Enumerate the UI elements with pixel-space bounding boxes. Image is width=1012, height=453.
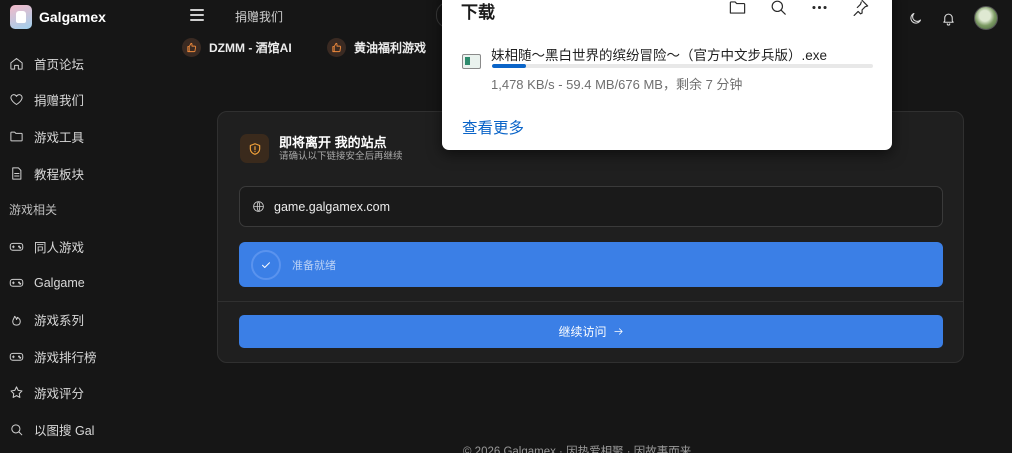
download-file-name[interactable]: 妹相随～黑白世界的缤纷冒险～（官方中文步兵版）.exe (491, 44, 827, 64)
topbar-actions (908, 6, 998, 30)
sidebar-item-rankings[interactable]: 游戏排行榜 (0, 338, 180, 375)
sidebar-item-label: 游戏评分 (34, 387, 85, 402)
download-progress-fill (492, 64, 526, 68)
status-label: 准备就绪 (292, 259, 336, 272)
flame-icon (12, 315, 21, 326)
menu-icon[interactable] (190, 9, 204, 21)
download-panel: 下载 妹相随～黑白世界的缤纷冒险～（官方中文步兵版）.exe 1,478 KB/… (442, 0, 892, 150)
search-icon (11, 424, 23, 436)
promo-link-hgame[interactable]: 黄油福利游戏 (327, 38, 426, 57)
open-folder-icon[interactable] (728, 0, 747, 17)
home-icon (10, 57, 23, 70)
sidebar-item-label: 以图搜 Gal (34, 423, 95, 438)
sidebar: Galgamex 首页论坛 捐赠我们 游戏工具 教程板块 游戏相关 同人游戏 G… (0, 0, 180, 453)
sidebar-item-tools[interactable]: 游戏工具 (0, 118, 180, 155)
more-icon[interactable] (810, 0, 829, 17)
app-root: Galgamex 首页论坛 捐赠我们 游戏工具 教程板块 游戏相关 同人游戏 G… (0, 0, 1012, 453)
moon-icon[interactable] (908, 11, 923, 26)
download-status: 1,478 KB/s - 59.4 MB/676 MB，剩余 7 分钟 (491, 77, 743, 92)
sidebar-item-label: 教程板块 (34, 167, 85, 182)
card-subtitle: 请确认以下链接安全后再继续 (279, 150, 403, 162)
heart-icon (10, 94, 23, 106)
site-name: Galgamex (39, 9, 106, 25)
continue-button[interactable]: 继续访问 (239, 315, 943, 348)
gamepad-icon (9, 352, 24, 361)
sidebar-item-label: 首页论坛 (34, 57, 85, 72)
thumbs-up-icon (182, 38, 201, 57)
download-panel-toolbar (728, 0, 870, 17)
download-progress-bar (492, 64, 873, 68)
see-more-link[interactable]: 查看更多 (462, 116, 524, 138)
target-url: game.galgamex.com (274, 199, 391, 214)
shield-alert-icon (240, 134, 269, 163)
exe-file-icon (462, 54, 481, 69)
sidebar-item-doujin-games[interactable]: 同人游戏 (0, 228, 180, 265)
pin-icon[interactable] (851, 0, 870, 17)
sidebar-item-game-series[interactable]: 游戏系列 (0, 301, 180, 338)
folder-icon (10, 131, 23, 142)
divider (218, 301, 963, 302)
sidebar-item-label: 游戏工具 (34, 130, 85, 145)
logo-icon (10, 5, 32, 29)
sidebar-item-label: 同人游戏 (34, 240, 85, 255)
thumbs-up-icon (327, 38, 346, 57)
ready-status: 准备就绪 (239, 242, 943, 287)
sidebar-item-donate[interactable]: 捐赠我们 (0, 82, 180, 119)
card-header: 即将离开 我的站点 请确认以下链接安全后再继续 (240, 134, 403, 163)
check-icon (251, 249, 281, 280)
sidebar-section-label: 游戏相关 (9, 203, 58, 218)
site-logo[interactable]: Galgamex (10, 4, 106, 30)
continue-button-label: 继续访问 (558, 325, 607, 339)
download-panel-title: 下载 (461, 3, 495, 22)
sidebar-item-image-search[interactable]: 以图搜 Gal (0, 411, 180, 448)
footer-text: © 2026 Galgamex · 因热爱相聚 · 因故事而来 (463, 446, 692, 453)
gamepad-icon (9, 279, 24, 288)
sidebar-item-label: 游戏系列 (34, 313, 85, 328)
search-icon[interactable] (769, 0, 788, 17)
sidebar-nav: 首页论坛 捐赠我们 游戏工具 教程板块 游戏相关 同人游戏 Galgame 游戏… (0, 45, 180, 448)
bell-icon[interactable] (941, 11, 956, 26)
sidebar-item-galgame[interactable]: Galgame (0, 265, 180, 302)
top-link-donate[interactable]: 捐赠我们 (235, 8, 283, 25)
sidebar-item-tutorials[interactable]: 教程板块 (0, 155, 180, 192)
promo-link-dzmm[interactable]: DZMM - 酒馆AI (182, 38, 292, 57)
promo-label: DZMM - 酒馆AI (209, 41, 292, 55)
sidebar-item-label: Galgame (34, 275, 85, 290)
sidebar-item-home[interactable]: 首页论坛 (0, 45, 180, 82)
promo-label: 黄油福利游戏 (354, 41, 427, 55)
gamepad-icon (9, 242, 24, 251)
arrow-right-icon (613, 328, 623, 335)
card-title: 即将离开 我的站点 (279, 134, 387, 150)
sidebar-item-label: 捐赠我们 (34, 94, 85, 109)
globe-icon (253, 201, 264, 212)
document-icon (12, 166, 22, 180)
sidebar-item-label: 游戏排行榜 (34, 350, 97, 365)
target-url-field: game.galgamex.com (239, 186, 943, 227)
star-icon (10, 386, 23, 399)
sidebar-item-ratings[interactable]: 游戏评分 (0, 374, 180, 411)
avatar[interactable] (974, 6, 998, 30)
